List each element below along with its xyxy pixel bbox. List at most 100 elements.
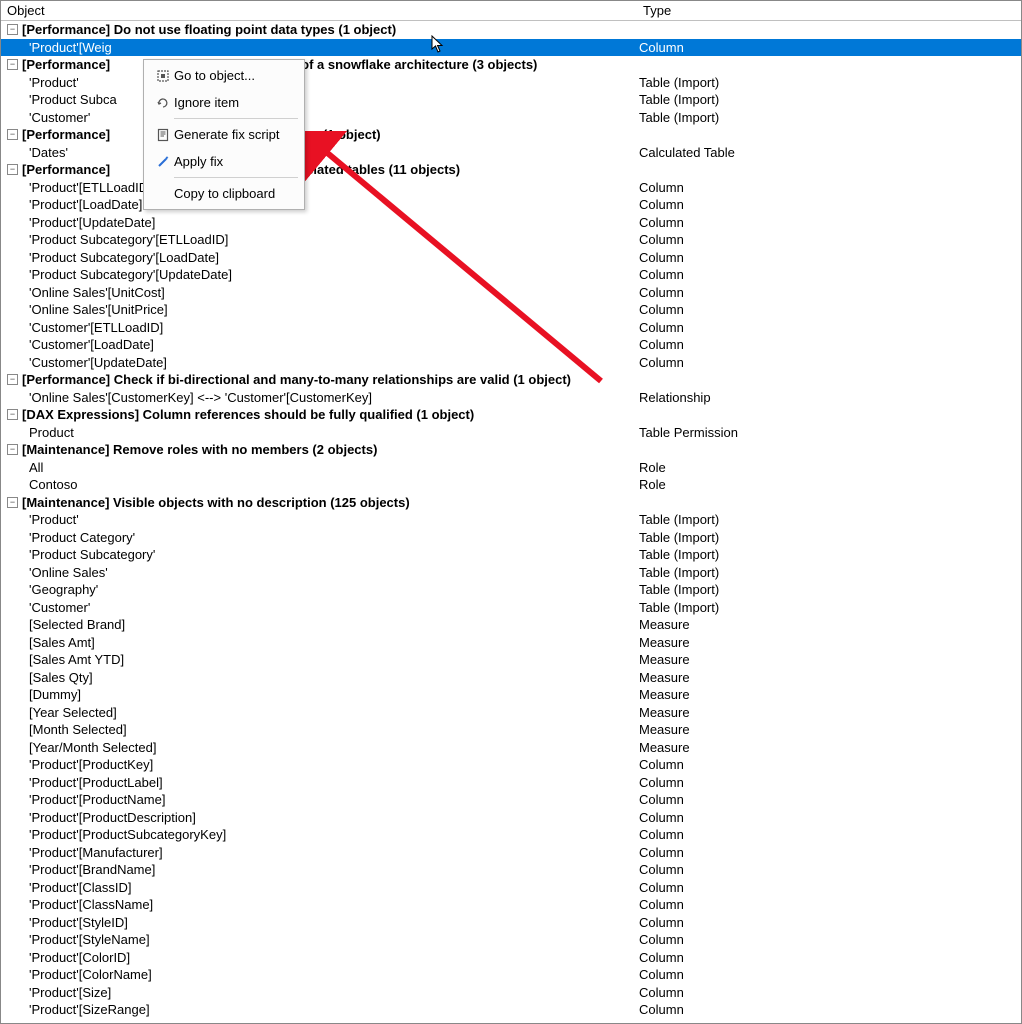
item-row[interactable]: 'Product'[ProductKey]Column bbox=[1, 756, 1021, 774]
collapse-icon[interactable]: − bbox=[7, 129, 18, 140]
item-row[interactable]: [Month Selected]Measure bbox=[1, 721, 1021, 739]
item-type: Column bbox=[639, 302, 684, 317]
group-row[interactable]: −[Maintenance] Remove roles with no memb… bbox=[1, 441, 1021, 459]
item-type: Column bbox=[639, 355, 684, 370]
item-object: Contoso bbox=[29, 476, 77, 494]
menu-label: Apply fix bbox=[174, 154, 223, 169]
item-object: 'Online Sales'[UnitPrice] bbox=[29, 301, 168, 319]
item-row[interactable]: 'Product'[StyleID]Column bbox=[1, 914, 1021, 932]
collapse-icon[interactable]: − bbox=[7, 444, 18, 455]
item-row[interactable]: 'Customer'[LoadDate]Column bbox=[1, 336, 1021, 354]
menu-apply-fix[interactable]: Apply fix bbox=[146, 148, 302, 175]
item-row[interactable]: 'Product Subcategory'[ETLLoadID]Column bbox=[1, 231, 1021, 249]
item-type: Column bbox=[639, 320, 684, 335]
item-row[interactable]: [Year Selected]Measure bbox=[1, 704, 1021, 722]
item-row[interactable]: [Selected Brand]Measure bbox=[1, 616, 1021, 634]
item-row[interactable]: 'Product'[SizeRange]Column bbox=[1, 1001, 1021, 1019]
item-row[interactable]: 'Product'[ClassID]Column bbox=[1, 879, 1021, 897]
item-row[interactable]: [Sales Qty] Measure bbox=[1, 669, 1021, 687]
item-row[interactable]: 'Customer'[UpdateDate]Column bbox=[1, 354, 1021, 372]
item-row[interactable]: 'Product'[WeigColumn bbox=[1, 39, 1021, 57]
column-header-row: Object Type bbox=[1, 1, 1021, 21]
group-label: [Maintenance] Visible objects with no de… bbox=[22, 494, 410, 512]
item-row[interactable]: AllRole bbox=[1, 459, 1021, 477]
item-row[interactable]: [Year/Month Selected]Measure bbox=[1, 739, 1021, 757]
item-type: Measure bbox=[639, 670, 690, 685]
item-row[interactable]: 'Product'[ProductSubcategoryKey]Column bbox=[1, 826, 1021, 844]
item-row[interactable]: 'Product'[UpdateDate]Column bbox=[1, 214, 1021, 232]
item-object: [Sales Amt YTD] bbox=[29, 651, 124, 669]
item-type: Column bbox=[639, 932, 684, 947]
item-object: 'Product'[ClassName] bbox=[29, 896, 153, 914]
item-type: Column bbox=[639, 827, 684, 842]
item-row[interactable]: [Dummy]Measure bbox=[1, 686, 1021, 704]
group-label: [Performance] Check if bi-directional an… bbox=[22, 371, 571, 389]
item-object: 'Product' bbox=[29, 511, 79, 529]
item-object: 'Product'[ColorName] bbox=[29, 966, 152, 984]
group-row[interactable]: −[DAX Expressions] Column references sho… bbox=[1, 406, 1021, 424]
item-row[interactable]: 'Product'[ColorID]Column bbox=[1, 949, 1021, 967]
item-type: Column bbox=[639, 967, 684, 982]
item-object: [Sales Qty] bbox=[29, 669, 93, 687]
context-menu: Go to object... Ignore item Generate fix… bbox=[143, 59, 305, 210]
group-row[interactable]: −[Performance] Check if bi-directional a… bbox=[1, 371, 1021, 389]
group-row[interactable]: −[Maintenance] Visible objects with no d… bbox=[1, 494, 1021, 512]
item-object: 'Product'[LoadDate] bbox=[29, 196, 142, 214]
item-type: Measure bbox=[639, 635, 690, 650]
collapse-icon[interactable]: − bbox=[7, 164, 18, 175]
item-row[interactable]: 'Product'[ProductName]Column bbox=[1, 791, 1021, 809]
item-object: 'Online Sales'[UnitCost] bbox=[29, 284, 165, 302]
item-row[interactable]: 'Product'[Manufacturer]Column bbox=[1, 844, 1021, 862]
item-object: [Selected Brand] bbox=[29, 616, 125, 634]
item-row[interactable]: 'Product Subcategory'Table (Import) bbox=[1, 546, 1021, 564]
item-type: Column bbox=[639, 215, 684, 230]
item-row[interactable]: 'Product'[StyleName]Column bbox=[1, 931, 1021, 949]
item-row[interactable]: 'Geography'Table (Import) bbox=[1, 581, 1021, 599]
collapse-icon[interactable]: − bbox=[7, 59, 18, 70]
menu-generate-fix[interactable]: Generate fix script bbox=[146, 121, 302, 148]
item-row[interactable]: 'Product'[Size]Column bbox=[1, 984, 1021, 1002]
item-type: Table (Import) bbox=[639, 600, 719, 615]
item-row[interactable]: 'Online Sales'[UnitCost]Column bbox=[1, 284, 1021, 302]
item-row[interactable]: ProductTable Permission bbox=[1, 424, 1021, 442]
item-row[interactable]: ContosoRole bbox=[1, 476, 1021, 494]
group-row[interactable]: −[Performance] Do not use floating point… bbox=[1, 21, 1021, 39]
item-row[interactable]: 'Product'[ClassName]Column bbox=[1, 896, 1021, 914]
item-type: Column bbox=[639, 337, 684, 352]
item-row[interactable]: 'Product'Table (Import) bbox=[1, 511, 1021, 529]
item-row[interactable]: 'Product'[BrandName]Column bbox=[1, 861, 1021, 879]
item-row[interactable]: 'Online Sales'[UnitPrice] Column bbox=[1, 301, 1021, 319]
header-object[interactable]: Object bbox=[1, 1, 637, 20]
header-type[interactable]: Type bbox=[637, 1, 1021, 20]
item-object: All bbox=[29, 459, 43, 477]
menu-copy[interactable]: Copy to clipboard bbox=[146, 180, 302, 207]
item-object: 'Product Subcategory' bbox=[29, 546, 155, 564]
item-row[interactable]: 'Product Category'Table (Import) bbox=[1, 529, 1021, 547]
item-row[interactable]: 'Product'[ProductDescription]Column bbox=[1, 809, 1021, 827]
item-row[interactable]: 'Customer'[ETLLoadID]Column bbox=[1, 319, 1021, 337]
item-object: 'Product Subcategory'[UpdateDate] bbox=[29, 266, 232, 284]
menu-label: Ignore item bbox=[174, 95, 239, 110]
item-type: Column bbox=[639, 267, 684, 282]
item-object: [Year Selected] bbox=[29, 704, 117, 722]
item-row[interactable]: 'Online Sales'Table (Import) bbox=[1, 564, 1021, 582]
item-row[interactable]: [Sales Amt YTD] Measure bbox=[1, 651, 1021, 669]
item-row[interactable]: 'Product'[ColorName] Column bbox=[1, 966, 1021, 984]
collapse-icon[interactable]: − bbox=[7, 374, 18, 385]
item-type: Column bbox=[639, 985, 684, 1000]
item-type: Table (Import) bbox=[639, 75, 719, 90]
collapse-icon[interactable]: − bbox=[7, 409, 18, 420]
item-row[interactable]: 'Product'[ProductLabel]Column bbox=[1, 774, 1021, 792]
collapse-icon[interactable]: − bbox=[7, 24, 18, 35]
item-type: Measure bbox=[639, 652, 690, 667]
item-row[interactable]: 'Product Subcategory'[UpdateDate] Column bbox=[1, 266, 1021, 284]
menu-ignore-item[interactable]: Ignore item bbox=[146, 89, 302, 116]
item-row[interactable]: [Sales Amt]Measure bbox=[1, 634, 1021, 652]
item-row[interactable]: 'Product Subcategory'[LoadDate]Column bbox=[1, 249, 1021, 267]
menu-go-to-object[interactable]: Go to object... bbox=[146, 62, 302, 89]
item-row[interactable]: 'Online Sales'[CustomerKey] <--> 'Custom… bbox=[1, 389, 1021, 407]
item-row[interactable]: 'Customer'Table (Import) bbox=[1, 599, 1021, 617]
collapse-icon[interactable]: − bbox=[7, 497, 18, 508]
item-object: 'Product'[SizeRange] bbox=[29, 1001, 150, 1019]
item-object: 'Product'[ETLLoadID] bbox=[29, 179, 152, 197]
